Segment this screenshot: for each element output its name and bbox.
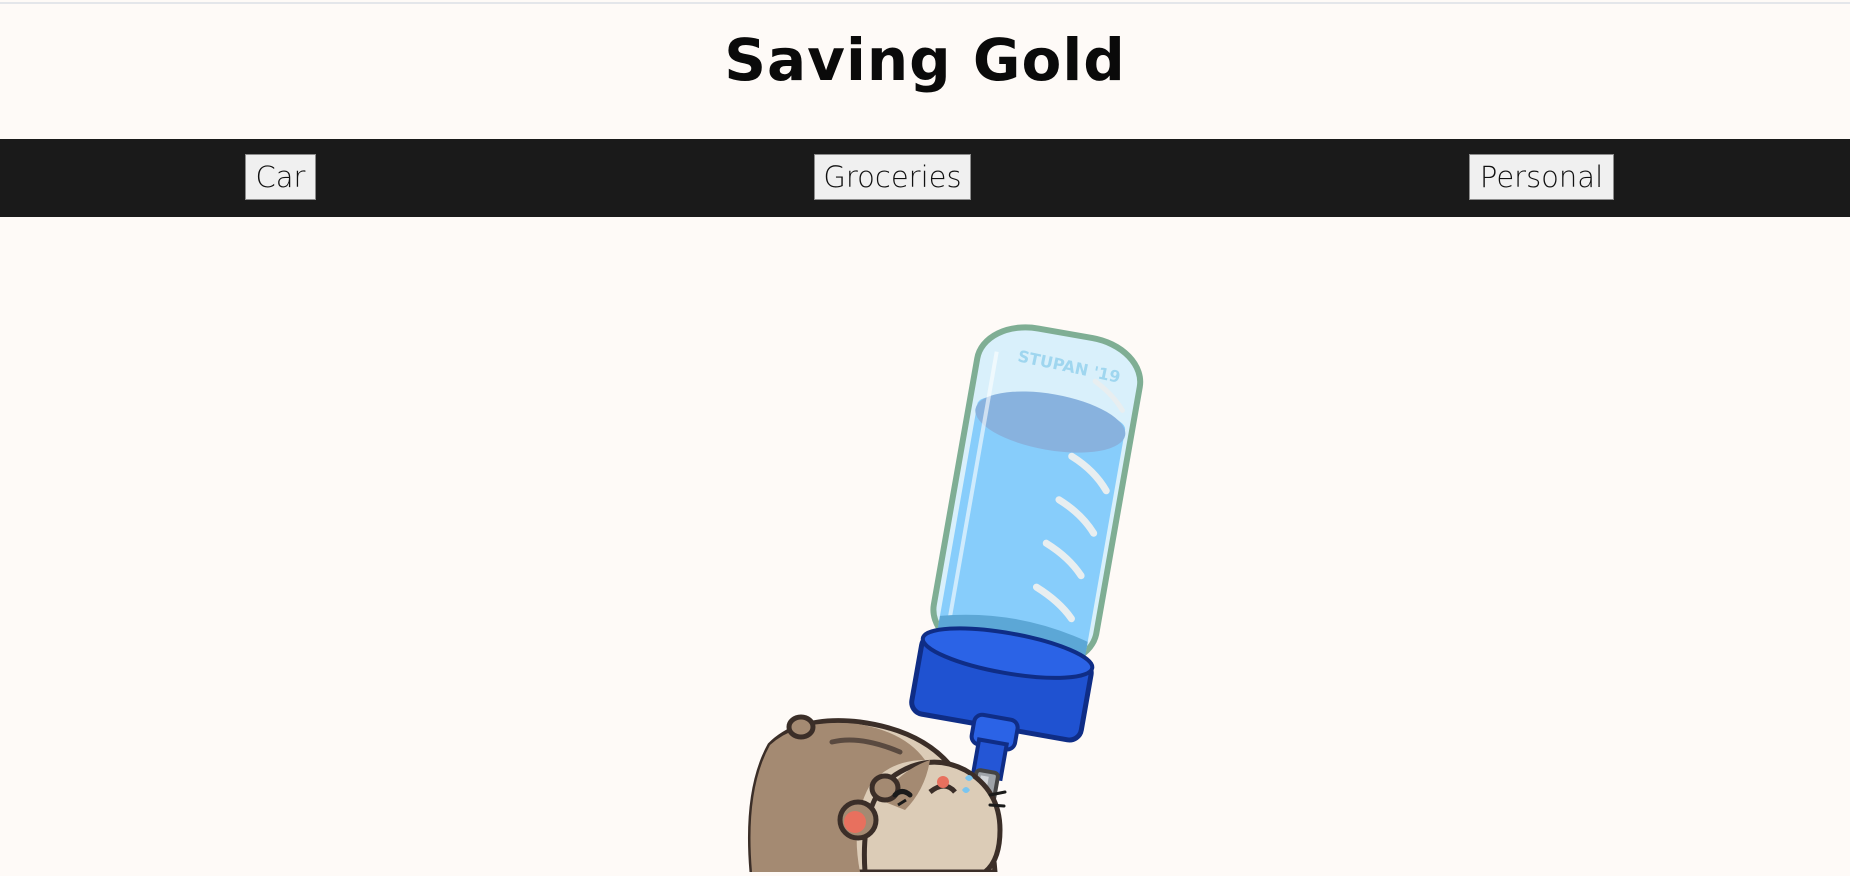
hamster-bottle-illustration: STUPAN '19 xyxy=(700,320,1200,875)
hamster-bottle-image: STUPAN '19 xyxy=(748,324,1144,875)
page-header: Saving Gold xyxy=(0,4,1850,139)
page-title: Saving Gold xyxy=(724,25,1126,94)
car-button[interactable]: Car xyxy=(245,154,316,200)
groceries-button[interactable]: Groceries xyxy=(814,154,971,200)
personal-button[interactable]: Personal xyxy=(1469,154,1614,200)
nav-bar: Car Groceries Personal xyxy=(0,139,1850,217)
